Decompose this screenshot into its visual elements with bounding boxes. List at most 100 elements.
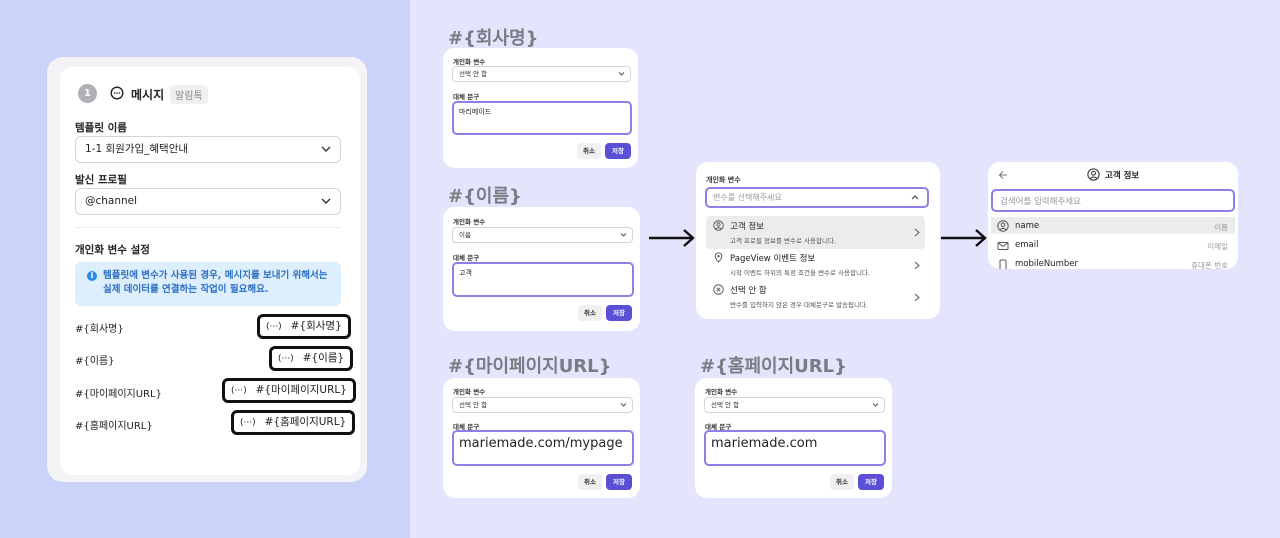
chip-label: #{홈페이지URL}: [264, 416, 347, 428]
chevron-right-icon: [914, 293, 920, 302]
variable-chip-homepage[interactable]: (···) #{홈페이지URL}: [231, 410, 356, 435]
alt-text-value: 고객: [459, 269, 472, 277]
field-name: email: [1015, 240, 1039, 250]
chevron-right-icon: [914, 261, 920, 270]
field-name: mobileNumber: [1015, 259, 1078, 269]
field-desc: 이름: [1214, 223, 1228, 232]
dropdown-item-sub: 시작 이벤트 하위의 특정 조건을 변수로 사용합니다.: [730, 269, 871, 277]
arrow-right-icon: [649, 229, 695, 247]
cancel-button[interactable]: 취소: [578, 305, 602, 321]
alt-label: 대체 문구: [453, 93, 480, 101]
template-label: 템플릿 이름: [75, 122, 127, 134]
template-select-value: 1-1 회원가입_혜택안내: [85, 143, 189, 155]
dropdown-item-title: 고객 정보: [730, 222, 764, 232]
var-select[interactable]: 이름: [452, 227, 633, 243]
var-label: 개인화 변수: [453, 218, 486, 226]
dots-icon: (···): [240, 418, 256, 428]
company-card-title: #{회사명}: [448, 28, 539, 49]
alt-text-input[interactable]: mariemade.com: [704, 430, 886, 466]
var-select-value: 선택 안 함: [459, 70, 488, 78]
cancel-button[interactable]: 취소: [830, 474, 854, 490]
chevron-down-icon: [321, 198, 331, 204]
chip-label: #{마이페이지URL}: [255, 384, 347, 396]
homepage-card-title: #{홈페이지URL}: [700, 356, 847, 377]
profile-select[interactable]: @channel: [75, 188, 341, 215]
search-placeholder: 검색어를 입력해주세요: [1000, 197, 1081, 207]
field-desc: 이메일: [1207, 242, 1228, 251]
message-settings-panel: 1 메시지 알림톡 템플릿 이름 1-1 회원가입_혜택안내 발신 프로필 @c…: [60, 67, 360, 475]
chevron-down-icon: [620, 403, 627, 407]
info-icon: i: [87, 271, 97, 281]
template-select[interactable]: 1-1 회원가입_혜택안내: [75, 136, 341, 163]
chevron-down-icon: [872, 403, 879, 407]
arrow-right-icon: [941, 229, 987, 247]
chevron-down-icon: [618, 72, 625, 76]
var-select[interactable]: 선택 안 함: [704, 397, 885, 413]
dots-icon: (···): [266, 322, 282, 332]
alt-text-input[interactable]: 마리메이드: [452, 101, 632, 135]
dots-icon: (···): [278, 354, 294, 364]
var-label: 개인화 변수: [705, 388, 738, 396]
var-label: 개인화 변수: [453, 58, 486, 66]
mypage-variable-card: 개인화 변수 선택 안 함 대체 문구 mariemade.com/mypage…: [443, 378, 640, 498]
person-icon: [997, 220, 1009, 232]
alt-text-value: mariemade.com: [711, 436, 818, 451]
cancel-button[interactable]: 취소: [578, 474, 602, 490]
back-arrow-icon[interactable]: [998, 170, 1008, 180]
chevron-down-icon: [321, 146, 331, 152]
chip-label: #{회사명}: [290, 320, 342, 332]
profile-label: 발신 프로필: [75, 174, 127, 186]
chip-label: #{이름}: [302, 352, 345, 364]
variable-select-input[interactable]: 변수를 선택해주세요: [705, 187, 929, 208]
field-name: name: [1015, 221, 1040, 231]
location-pin-icon: [714, 252, 723, 263]
section-title: 메시지: [131, 88, 165, 102]
alt-text-value: mariemade.com/mypage: [459, 436, 623, 451]
var-label: 개인화 변수: [453, 388, 486, 396]
alt-text-input[interactable]: 고객: [452, 262, 634, 297]
info-banner: i 템플릿에 변수가 사용된 경우, 메시지를 보내기 위해서는 실제 데이터를…: [75, 262, 341, 306]
cancel-button[interactable]: 취소: [577, 143, 601, 159]
var-select-value: 선택 안 함: [711, 401, 740, 409]
variable-chip-company[interactable]: (···) #{회사명}: [257, 314, 351, 339]
customer-info-title: 고객 정보: [1105, 171, 1140, 181]
dropdown-item-sub: 변수를 입력하지 않은 경우 대체문구로 발송됩니다.: [730, 301, 868, 309]
customer-info-card: 고객 정보 검색어를 입력해주세요 name 이름 email 이메일 mobi…: [988, 162, 1238, 269]
name-variable-card: 개인화 변수 이름 대체 문구 고객 취소 저장: [443, 207, 640, 331]
message-icon: [110, 86, 124, 100]
mail-icon: [997, 242, 1009, 250]
save-button[interactable]: 저장: [605, 143, 631, 159]
save-button[interactable]: 저장: [606, 305, 632, 321]
variable-label-mypage: #{마이페이지URL}: [75, 389, 162, 400]
variable-chip-mypage[interactable]: (···) #{마이페이지URL}: [222, 378, 356, 403]
variable-label-company: #{회사명}: [75, 324, 124, 335]
alt-text-input[interactable]: mariemade.com/mypage: [452, 430, 634, 466]
homepage-variable-card: 개인화 변수 선택 안 함 대체 문구 mariemade.com 취소 저장: [695, 378, 892, 498]
phone-icon: [999, 259, 1007, 269]
var-select[interactable]: 선택 안 함: [452, 397, 633, 413]
field-desc: 휴대폰 번호: [1191, 261, 1228, 269]
dropdown-item-title: 선택 안 함: [730, 286, 767, 296]
save-button[interactable]: 저장: [606, 474, 632, 490]
alt-text-value: 마리메이드: [459, 108, 492, 116]
company-variable-card: 개인화 변수 선택 안 함 대체 문구 마리메이드 취소 저장: [443, 48, 638, 168]
search-input[interactable]: 검색어를 입력해주세요: [991, 189, 1235, 212]
save-button[interactable]: 저장: [858, 474, 884, 490]
var-select[interactable]: 선택 안 함: [452, 66, 631, 82]
dropdown-label: 개인화 변수: [706, 176, 741, 184]
dropdown-item-title: PageView 이벤트 정보: [730, 254, 816, 264]
variable-dropdown-card: 개인화 변수 변수를 선택해주세요 고객 정보 고객 프로필 정보를 변수로 사…: [696, 162, 940, 319]
close-circle-icon: [713, 284, 724, 295]
variable-chip-name[interactable]: (···) #{이름}: [269, 346, 354, 371]
divider: [75, 227, 341, 228]
var-select-value: 이름: [459, 231, 471, 239]
channel-badge: 알림톡: [170, 85, 208, 104]
info-text: 템플릿에 변수가 사용된 경우, 메시지를 보내기 위해서는 실제 데이터를 연…: [103, 270, 328, 295]
variables-heading: 개인화 변수 설정: [75, 244, 150, 256]
dropdown-item-sub: 고객 프로필 정보를 변수로 사용합니다.: [730, 237, 837, 245]
profile-select-value: @channel: [85, 195, 138, 207]
chevron-up-icon: [911, 195, 919, 200]
person-circle-icon: [1087, 168, 1100, 181]
variable-select-placeholder: 변수를 선택해주세요: [713, 193, 782, 202]
mypage-card-title: #{마이페이지URL}: [448, 356, 612, 377]
